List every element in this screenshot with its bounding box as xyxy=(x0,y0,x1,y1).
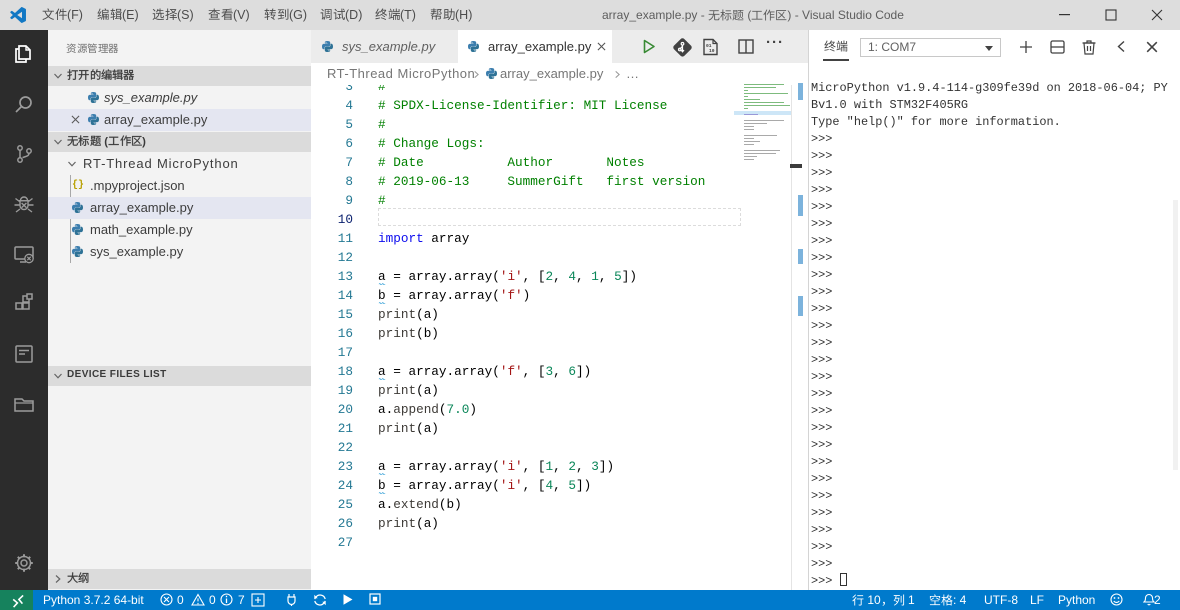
svg-text:10: 10 xyxy=(709,48,715,54)
